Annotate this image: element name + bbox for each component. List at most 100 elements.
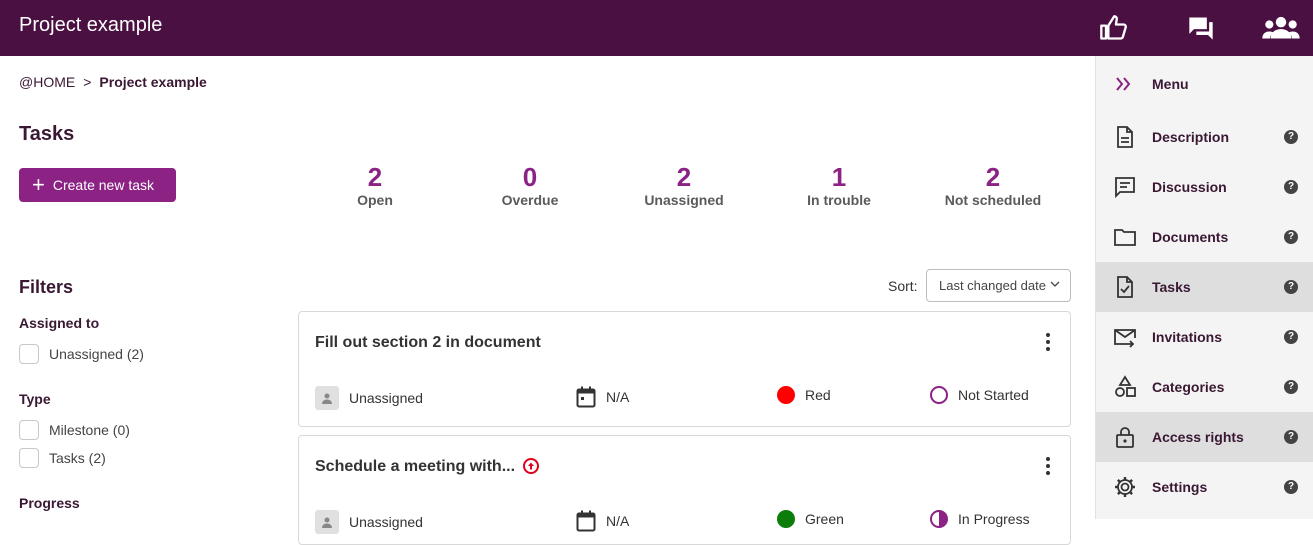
stat-value: 2 xyxy=(676,162,692,192)
filter-option-tasks[interactable]: Tasks (2) xyxy=(19,448,106,468)
people-icon[interactable] xyxy=(1262,14,1300,42)
page-title: Tasks xyxy=(19,123,75,145)
sidebar-item-label: Tasks xyxy=(1152,279,1191,295)
stat-overdue: 0 Overdue xyxy=(460,162,600,208)
sidebar-item-label: Settings xyxy=(1152,479,1208,495)
app-title: Project example xyxy=(19,14,163,36)
task-due-date: N/A xyxy=(576,510,629,532)
filter-assigned-title: Assigned to xyxy=(19,315,100,331)
chevron-down-icon xyxy=(1050,281,1060,287)
stat-label: Overdue xyxy=(501,192,559,208)
breadcrumb-current: Project example xyxy=(99,74,207,90)
create-task-label: Create new task xyxy=(52,177,155,193)
help-icon[interactable]: ? xyxy=(1284,130,1298,144)
sidebar: Menu Description ? Discussion ? Document… xyxy=(1095,56,1313,519)
double-chevron-right-icon xyxy=(1116,77,1131,91)
mail-arrow-icon xyxy=(1114,329,1136,348)
sidebar-item-label: Categories xyxy=(1152,379,1225,395)
help-icon[interactable]: ? xyxy=(1284,330,1298,344)
sidebar-item-access-rights[interactable]: Access rights ? xyxy=(1096,412,1313,462)
task-assignee: Unassigned xyxy=(315,386,423,410)
due-date-label: N/A xyxy=(606,513,630,529)
top-bar: Project example xyxy=(0,0,1313,56)
sidebar-item-categories[interactable]: Categories ? xyxy=(1096,362,1313,412)
task-title-text: Schedule a meeting with... xyxy=(315,458,516,475)
progress-label: Not Started xyxy=(958,387,1029,403)
stat-not-scheduled: 2 Not scheduled xyxy=(923,162,1063,208)
sidebar-item-description[interactable]: Description ? xyxy=(1096,112,1313,162)
status-dot-icon xyxy=(777,510,795,528)
progress-label: In Progress xyxy=(958,511,1030,527)
help-icon[interactable]: ? xyxy=(1284,280,1298,294)
checkbox[interactable] xyxy=(19,344,39,364)
create-task-button[interactable]: + Create new task xyxy=(19,168,176,202)
filter-option-label: Milestone (0) xyxy=(49,422,130,438)
thumbs-up-icon[interactable] xyxy=(1098,14,1128,42)
stat-open: 2 Open xyxy=(305,162,445,208)
sidebar-item-label: Documents xyxy=(1152,229,1229,245)
sort-select[interactable]: Last changed date xyxy=(926,269,1071,302)
filter-type-title: Type xyxy=(19,391,51,407)
more-options-icon[interactable] xyxy=(1044,456,1052,476)
gear-icon xyxy=(1115,477,1135,497)
checkbox[interactable] xyxy=(19,448,39,468)
help-icon[interactable]: ? xyxy=(1284,430,1298,444)
breadcrumb-home[interactable]: @HOME xyxy=(19,74,75,90)
sort-label: Sort: xyxy=(888,278,918,294)
sidebar-item-settings[interactable]: Settings ? xyxy=(1096,462,1313,512)
sidebar-item-tasks[interactable]: Tasks ? xyxy=(1096,262,1313,312)
task-title[interactable]: Fill out section 2 in document xyxy=(315,334,541,352)
help-icon[interactable]: ? xyxy=(1284,180,1298,194)
filter-option-label: Unassigned (2) xyxy=(49,346,144,362)
task-card[interactable]: Schedule a meeting with... Unassigned N/… xyxy=(298,435,1071,545)
task-status: Red xyxy=(777,386,831,404)
avatar xyxy=(315,510,339,534)
task-progress: Not Started xyxy=(930,386,1029,404)
sidebar-item-discussion[interactable]: Discussion ? xyxy=(1096,162,1313,212)
checkbox[interactable] xyxy=(19,420,39,440)
sidebar-item-documents[interactable]: Documents ? xyxy=(1096,212,1313,262)
sidebar-item-label: Discussion xyxy=(1152,179,1227,195)
task-progress: In Progress xyxy=(930,510,1030,528)
task-card[interactable]: Fill out section 2 in document Unassigne… xyxy=(298,311,1071,427)
help-icon[interactable]: ? xyxy=(1284,380,1298,394)
filters-heading: Filters xyxy=(19,277,74,297)
document-icon xyxy=(1117,126,1133,148)
shapes-icon xyxy=(1115,375,1136,397)
calendar-icon xyxy=(576,386,596,408)
stat-value: 0 xyxy=(522,162,538,192)
calendar-icon xyxy=(576,510,596,532)
sidebar-item-menu[interactable]: Menu xyxy=(1096,59,1313,109)
stat-in-trouble: 1 In trouble xyxy=(769,162,909,208)
progress-half-icon xyxy=(930,510,948,528)
sidebar-item-label: Invitations xyxy=(1152,329,1223,345)
stat-label: Open xyxy=(357,192,393,208)
progress-circle-icon xyxy=(930,386,948,404)
task-title[interactable]: Schedule a meeting with... xyxy=(315,457,540,476)
status-label: Green xyxy=(805,511,844,527)
sidebar-item-label: Access rights xyxy=(1152,429,1244,445)
assignee-label: Unassigned xyxy=(349,390,423,406)
stat-unassigned: 2 Unassigned xyxy=(614,162,754,208)
task-document-icon xyxy=(1117,276,1133,298)
avatar xyxy=(315,386,339,410)
sidebar-item-invitations[interactable]: Invitations ? xyxy=(1096,312,1313,362)
folder-icon xyxy=(1114,229,1136,246)
filter-option-label: Tasks (2) xyxy=(49,450,106,466)
help-icon[interactable]: ? xyxy=(1284,480,1298,494)
more-options-icon[interactable] xyxy=(1044,332,1052,352)
breadcrumb-separator: > xyxy=(83,74,92,90)
task-status: Green xyxy=(777,510,844,528)
assignee-label: Unassigned xyxy=(349,514,423,530)
stat-value: 1 xyxy=(831,162,847,192)
filter-progress-title: Progress xyxy=(19,495,80,511)
help-icon[interactable]: ? xyxy=(1284,230,1298,244)
filter-option-milestone[interactable]: Milestone (0) xyxy=(19,420,130,440)
filter-option-unassigned[interactable]: Unassigned (2) xyxy=(19,344,144,364)
plus-icon: + xyxy=(32,172,45,197)
comment-icon xyxy=(1115,177,1135,199)
chat-icon[interactable] xyxy=(1186,14,1216,42)
stat-label: Not scheduled xyxy=(944,192,1042,208)
stat-label: Unassigned xyxy=(644,192,724,208)
due-date-label: N/A xyxy=(606,389,630,405)
